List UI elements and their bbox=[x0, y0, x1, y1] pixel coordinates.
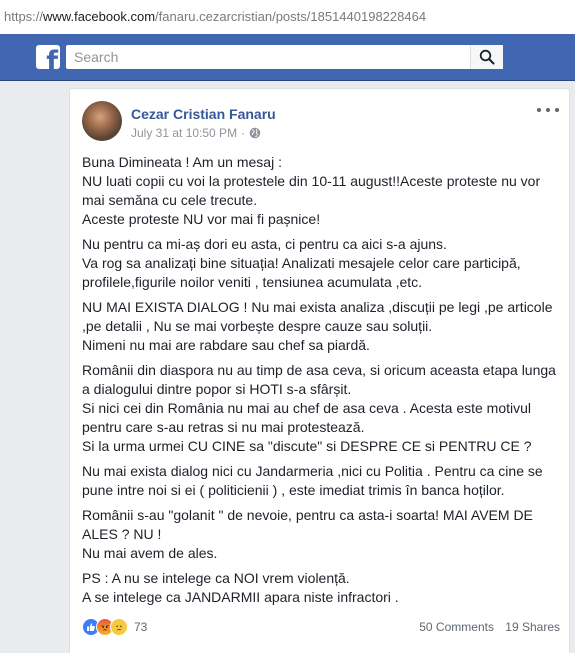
post-line: NU luati copii cu voi la protestele din … bbox=[82, 173, 541, 189]
meta-separator: · bbox=[241, 126, 246, 140]
post-line: NU MAI EXISTA DIALOG ! Nu mai exista ana… bbox=[82, 299, 553, 315]
post-line: pentru care s-au retras si nu mai protes… bbox=[82, 419, 365, 435]
post-line: A se intelege ca JANDARMII apara niste i… bbox=[82, 589, 399, 605]
post-line: Nu pentru ca mi-aș dori eu asta, ci pent… bbox=[82, 236, 447, 252]
post-meta: July 31 at 10:50 PM · bbox=[131, 126, 261, 140]
shares-link[interactable]: 19 Shares bbox=[505, 620, 560, 634]
post-line: profilele,figurile noilor veniti , tensi… bbox=[82, 274, 423, 290]
post-line: ,pe detalii , Nu se mai vorbește despre … bbox=[82, 318, 433, 334]
more-options-button[interactable] bbox=[537, 103, 559, 117]
url-host: www.facebook.com bbox=[43, 9, 156, 24]
search-button[interactable] bbox=[470, 45, 503, 69]
post-line: Aceste proteste NU vor mai fi pașnice! bbox=[82, 211, 321, 227]
post-paragraph: NU MAI EXISTA DIALOG ! Nu mai exista ana… bbox=[82, 298, 560, 355]
post-paragraph: Românii s-au "golanit " de nevoie, pentr… bbox=[82, 506, 560, 563]
url-scheme: https:// bbox=[4, 9, 44, 24]
post-line: ALES ? NU ! bbox=[82, 526, 162, 542]
post-line: Nu mai avem de ales. bbox=[82, 545, 218, 561]
post-body: Buna Dimineata ! Am un mesaj : NU luati … bbox=[82, 153, 560, 613]
browser-address-bar: https://www.facebook.com/fanaru.cezarcri… bbox=[0, 0, 575, 35]
post-line: Va rog sa analizați bine situația! Anali… bbox=[82, 255, 521, 271]
reactions-summary[interactable]: 73 bbox=[82, 618, 147, 636]
magnifier-icon bbox=[479, 49, 495, 65]
comments-link[interactable]: 50 Comments bbox=[419, 620, 494, 634]
avatar[interactable] bbox=[82, 101, 122, 141]
post-line: Buna Dimineata ! Am un mesaj : bbox=[82, 154, 282, 170]
more-horizontal-icon bbox=[537, 108, 541, 112]
url-path: /fanaru.cezarcristian/posts/185144019822… bbox=[155, 9, 427, 24]
post-paragraph: Românii din diaspora nu au timp de asa c… bbox=[82, 361, 560, 456]
post-line: Si la urma urmei CU CINE sa "discute" si… bbox=[82, 438, 532, 454]
post-line: Românii s-au "golanit " de nevoie, pentr… bbox=[82, 507, 533, 523]
post-stats: 50 Comments 19 Shares bbox=[419, 620, 560, 634]
post-author[interactable]: Cezar Cristian Fanaru bbox=[131, 106, 276, 122]
facebook-top-bar: f bbox=[0, 34, 575, 81]
post-paragraph: PS : A nu se intelege ca NOI vrem violen… bbox=[82, 569, 560, 607]
post-footer: 73 50 Comments 19 Shares bbox=[82, 617, 560, 637]
post-line: Si nici cei din România nu mai au chef d… bbox=[82, 400, 532, 416]
post-line: PS : A nu se intelege ca NOI vrem violen… bbox=[82, 570, 350, 586]
post-timestamp[interactable]: July 31 at 10:50 PM bbox=[131, 126, 237, 140]
post-card: Cezar Cristian Fanaru July 31 at 10:50 P… bbox=[69, 88, 570, 653]
post-line: Românii din diaspora nu au timp de asa c… bbox=[82, 362, 556, 378]
post-line: pune intre noi si ei ( politicienii ) , … bbox=[82, 482, 505, 498]
sad-icon bbox=[110, 618, 128, 636]
reaction-count: 73 bbox=[134, 620, 148, 634]
post-line: Nimeni nu mai are rabdare sau chef sa pi… bbox=[82, 337, 370, 353]
search-input[interactable] bbox=[66, 45, 502, 69]
post-paragraph: Nu pentru ca mi-aș dori eu asta, ci pent… bbox=[82, 235, 560, 292]
post-line: a dialogului dintre popor si HOTI s-a sf… bbox=[82, 381, 352, 397]
globe-icon[interactable] bbox=[249, 127, 261, 139]
facebook-f-icon[interactable]: f bbox=[36, 45, 60, 69]
post-paragraph: Buna Dimineata ! Am un mesaj : NU luati … bbox=[82, 153, 560, 229]
address-url[interactable]: https://www.facebook.com/fanaru.cezarcri… bbox=[4, 9, 426, 24]
post-line: Nu mai exista dialog nici cu Jandarmeria… bbox=[82, 463, 543, 479]
post-paragraph: Nu mai exista dialog nici cu Jandarmeria… bbox=[82, 462, 560, 500]
post-line: mai semăna cu cele trecute. bbox=[82, 192, 258, 208]
